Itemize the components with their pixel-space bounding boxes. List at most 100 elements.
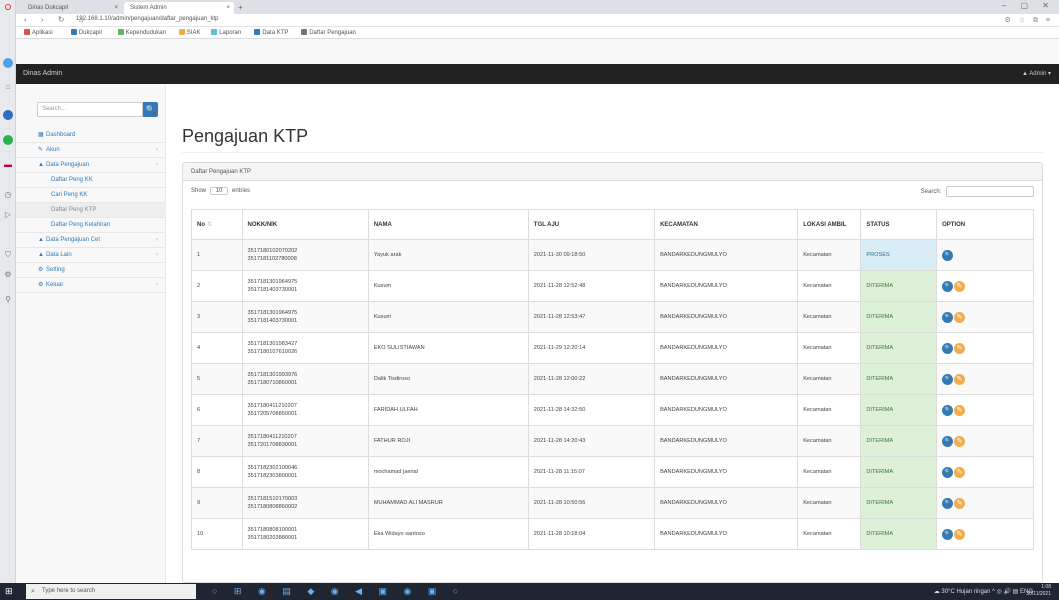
bookmark-label: Laporan (219, 30, 242, 36)
edit-icon[interactable]: ✎ (954, 497, 966, 509)
rail-messenger-icon[interactable] (3, 110, 13, 120)
cell-tgl-aju: 2021-11-30 09:18:50 (527, 239, 656, 271)
table-header-row: No ⇅ NOKK/NIK NAMA TGL AJU KECAMATAN LOKASI AM… (191, 209, 1034, 240)
opera-logo-icon[interactable]: O (3, 3, 13, 13)
column-header[interactable]: KECAMATAN (654, 209, 799, 240)
rail-settings-icon[interactable]: ⚙ (3, 270, 13, 280)
sidebar-item[interactable]: Daftar Peng KK (16, 173, 166, 188)
cell-lokasi: Kecamatan (797, 270, 862, 302)
user-menu[interactable]: ▲ Admin ▾ (1022, 70, 1051, 77)
edit-icon[interactable]: ✎ (954, 404, 966, 416)
taskbar-clock[interactable]: 1:08 30/11/2021 (1026, 584, 1051, 598)
sidebar-item[interactable]: Daftar Peng Kelahiran (16, 218, 166, 233)
column-header[interactable]: NOKK/NIK (241, 209, 369, 240)
tab-close-icon[interactable]: × (226, 2, 230, 14)
rail-shield-icon[interactable]: ⛉ (3, 250, 13, 260)
tab-close-icon[interactable]: × (114, 2, 118, 14)
edit-icon[interactable]: ✎ (954, 342, 966, 354)
edit-icon[interactable]: ✎ (954, 435, 966, 447)
extension-icons[interactable]: ⚙ ☆ ⧉ ≡ (1005, 16, 1053, 25)
view-icon[interactable]: 🔍 (942, 342, 954, 354)
sidebar-item[interactable]: ⚙ Keluar ‹ (16, 278, 166, 293)
view-icon[interactable]: 🔍 (942, 435, 954, 447)
rail-whatsapp-icon[interactable] (3, 135, 13, 145)
view-icon[interactable]: 🔍 (942, 311, 954, 323)
bookmark-item[interactable]: Kependudukan (117, 29, 166, 36)
cell-no: 3 (191, 301, 243, 333)
edit-icon[interactable]: ✎ (954, 373, 966, 385)
browser-tab[interactable]: Dinas Dukcapil × (22, 2, 122, 14)
rail-history-icon[interactable]: ◷ (3, 190, 13, 200)
cell-no: 2 (191, 270, 243, 302)
rail-location-icon[interactable]: ⚲ (3, 295, 13, 305)
url-field[interactable]: 192.168.1.10/admin/pengajuan/daftar_peng… (76, 16, 218, 22)
column-header[interactable]: No ⇅ (191, 209, 243, 240)
column-header[interactable]: TGL AJU (527, 209, 656, 240)
cell-lokasi-text: Kecamatan (803, 438, 832, 444)
cell-status-text: DITERIMA (866, 345, 894, 351)
sidebar-item[interactable]: ⚙ Setting (16, 263, 166, 278)
rail-bookmark-icon[interactable]: ▬ (3, 160, 13, 170)
bookmark-item[interactable]: Data KTP (254, 29, 288, 36)
rail-home-icon[interactable]: ⌂ (3, 82, 13, 92)
cell-nama: FATHUR ROJI (367, 425, 529, 457)
cell-lokasi-text: Kecamatan (803, 376, 832, 382)
edit-icon[interactable]: ✎ (954, 311, 966, 323)
sidebar-item[interactable]: ▲ Data Lain ‹ (16, 248, 166, 263)
cell-option: 🔍 ✎ (936, 518, 1034, 550)
cell-nama: FARIDAH ULFAH (367, 394, 529, 426)
view-icon[interactable]: 🔍 (942, 249, 954, 261)
cell-tgl-aju: 2021-11-28 11:15:07 (527, 456, 656, 488)
window-controls[interactable]: – ▢ ✕ (1002, 1, 1055, 10)
column-header[interactable]: STATUS (860, 209, 938, 240)
cell-option: 🔍 ✎ (936, 363, 1034, 395)
sidebar-item[interactable]: ▦ Dashboard (16, 128, 166, 143)
view-icon[interactable]: 🔍 (942, 466, 954, 478)
sidebar-search-input[interactable]: Search... (37, 102, 143, 117)
clock-time: 1:08 (1041, 584, 1051, 590)
new-tab-icon[interactable]: + (238, 2, 243, 14)
bookmark-item[interactable]: Daftar Pengajuan (301, 29, 356, 36)
browser-tab-active[interactable]: Sistem Admin × (124, 2, 234, 14)
table-search-label: Search: (920, 189, 942, 196)
bookmark-item[interactable]: Laporan (211, 29, 241, 36)
cell-tgl-aju-text: 2021-11-28 10:50:56 (533, 500, 586, 506)
bookmark-favicon-icon (70, 29, 77, 35)
view-icon[interactable]: 🔍 (942, 373, 954, 385)
cell-nama: MUHAMMAD ALI MASRUR (367, 487, 529, 519)
view-icon[interactable]: 🔍 (942, 528, 954, 540)
rail-player-icon[interactable]: ▷ (3, 210, 13, 220)
sidebar-item[interactable]: Daftar Peng KTP (16, 203, 166, 218)
sidebar-item-icon: ✎ (38, 147, 44, 153)
sidebar-item[interactable]: ✎ Akun ‹ (16, 143, 166, 158)
sidebar-item[interactable]: ▲ Data Pengajuan Cet ‹ (16, 233, 166, 248)
sidebar-item-label: Daftar Peng Kelahiran (51, 222, 111, 228)
app-brand[interactable]: Dinas Admin (23, 70, 62, 77)
system-tray[interactable]: ☁ 30°C Hujan ringan ^ ◎ 🔊 ▤ ENG (934, 588, 1033, 595)
edit-icon[interactable]: ✎ (954, 280, 966, 292)
view-icon[interactable]: 🔍 (942, 497, 954, 509)
entries-select[interactable]: 10 (209, 187, 229, 195)
taskbar-search-input[interactable]: ⌕ Type here to search (26, 584, 196, 599)
cell-nik-text: 3517181301964975 (247, 310, 298, 316)
sidebar-item[interactable]: Cari Peng KK (16, 188, 166, 203)
edit-icon[interactable]: ✎ (954, 466, 966, 478)
view-icon[interactable]: 🔍 (942, 280, 954, 292)
rail-speed-dial-icon[interactable] (3, 58, 13, 68)
bookmark-item[interactable]: SIAK (178, 29, 200, 36)
cell-kecamatan-text: BANDARKEDUNGMULYO (660, 469, 727, 475)
column-header[interactable]: NAMA (367, 209, 529, 240)
sidebar-search-button[interactable]: 🔍 (143, 102, 158, 117)
cell-status: DITERIMA (860, 394, 938, 426)
windows-start-icon[interactable]: ⊞ (5, 586, 15, 596)
bookmark-item[interactable]: Dukcapil (70, 29, 102, 36)
column-header[interactable]: OPTION (936, 209, 1034, 240)
column-header[interactable]: LOKASI AMBIL (797, 209, 862, 240)
sidebar-item[interactable]: ▲ Data Pengajuan ‹ (16, 158, 166, 173)
bookmark-item[interactable]: Aplikasi (24, 29, 53, 36)
taskbar-pinned-apps[interactable]: ○ ⊞ ◉ ▤ ◆ ◉ ◀ ▣ ◉ ▣ ○ (212, 586, 465, 596)
cell-nik: 3517181510170003 3517180808860002 (241, 487, 369, 519)
view-icon[interactable]: 🔍 (942, 404, 954, 416)
edit-icon[interactable]: ✎ (954, 528, 966, 540)
table-search-input[interactable] (946, 186, 1034, 197)
